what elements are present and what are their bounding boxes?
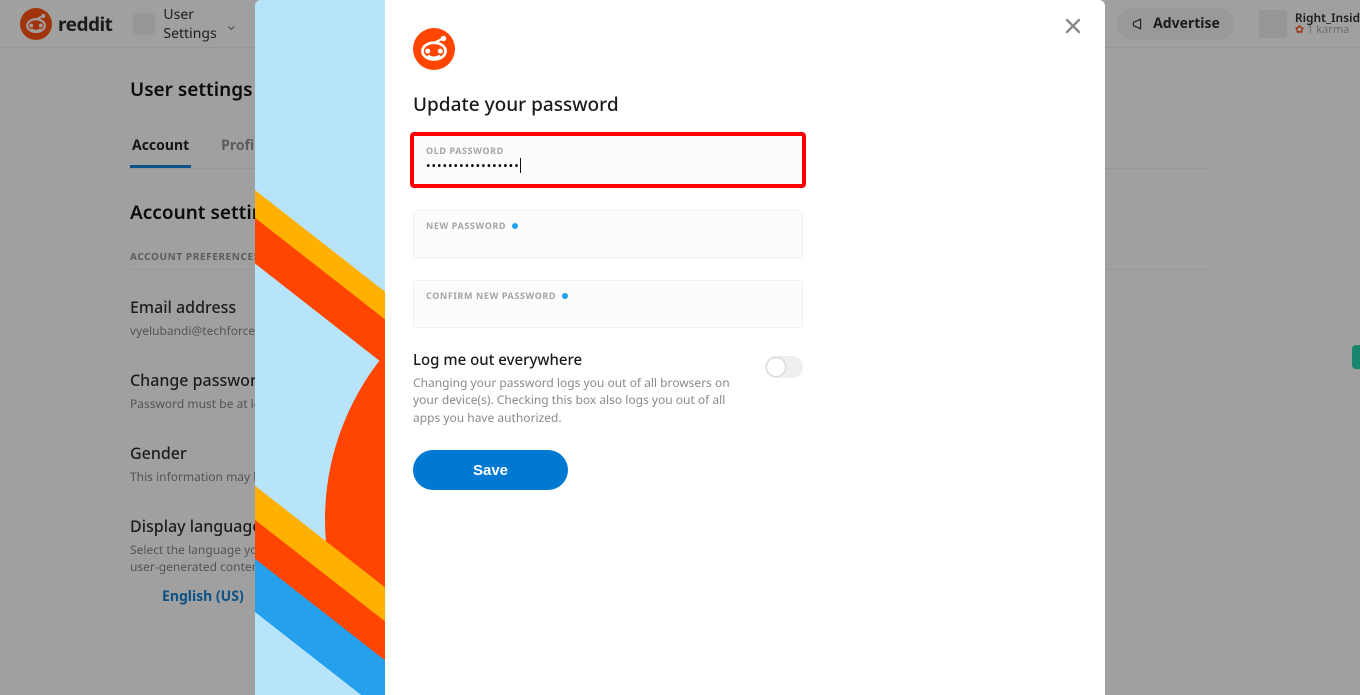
logout-everywhere-desc: Changing your password logs you out of a… [413,374,741,426]
confirm-password-field[interactable]: CONFIRM NEW PASSWORD [413,280,803,328]
new-password-label: NEW PASSWORD [426,219,790,232]
snoo-icon [413,28,455,70]
confirm-password-label: CONFIRM NEW PASSWORD [426,289,790,302]
old-password-field[interactable]: OLD PASSWORD ••••••••••••••••• [410,132,806,188]
update-password-modal: Update your password OLD PASSWORD ••••••… [255,0,1105,695]
new-password-field[interactable]: NEW PASSWORD [413,210,803,258]
save-button[interactable]: Save [413,450,568,490]
required-dot-icon [562,293,568,299]
modal-art-panel [255,0,385,695]
logout-everywhere-row: Log me out everywhere Changing your pass… [413,350,803,426]
old-password-label: OLD PASSWORD [426,144,790,157]
confirm-password-input[interactable] [426,303,790,324]
modal-overlay: Update your password OLD PASSWORD ••••••… [0,0,1360,695]
logout-everywhere-title: Log me out everywhere [413,350,741,370]
modal-title: Update your password [413,91,1069,117]
close-button[interactable] [1059,12,1087,40]
new-password-input[interactable] [426,233,790,254]
close-icon [1063,16,1083,36]
logout-everywhere-toggle[interactable] [765,356,803,378]
required-dot-icon [512,223,518,229]
old-password-value: ••••••••••••••••• [426,157,520,174]
text-caret [520,158,521,173]
